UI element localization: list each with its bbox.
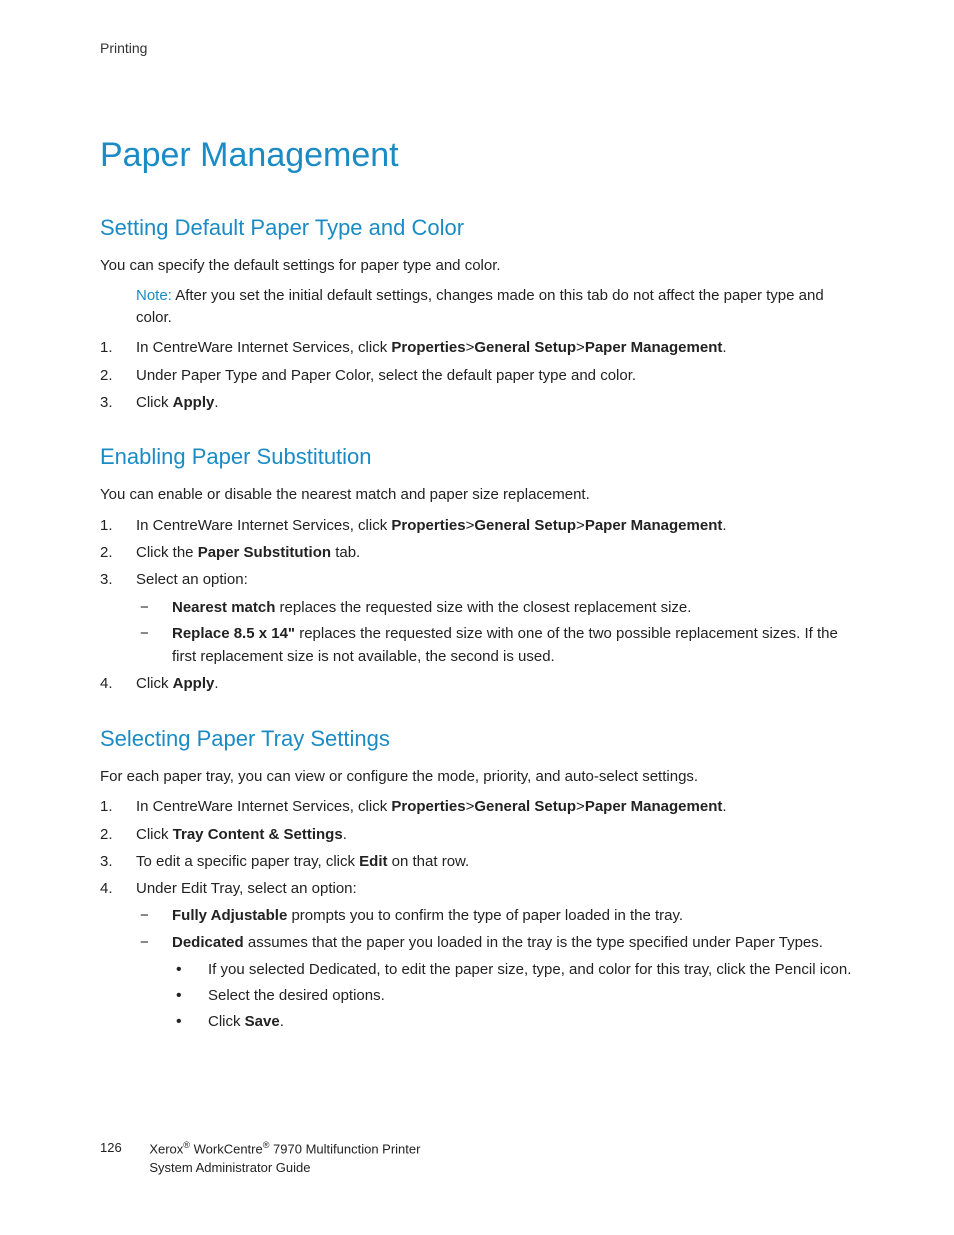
list-item: To edit a specific paper tray, click Edi…: [100, 850, 854, 873]
note-block: Note: After you set the initial default …: [136, 285, 854, 329]
list-item: Click the Paper Substitution tab.: [100, 541, 854, 564]
list-item: In CentreWare Internet Services, click P…: [100, 336, 854, 359]
section-1-steps: In CentreWare Internet Services, click P…: [100, 336, 854, 414]
section-3-intro: For each paper tray, you can view or con…: [100, 766, 854, 788]
list-item: Click Apply.: [100, 391, 854, 414]
section-3-sublist: Fully Adjustable prompts you to confirm …: [136, 904, 854, 1033]
note-label: Note:: [136, 287, 172, 304]
list-item: Click Apply.: [100, 672, 854, 695]
list-item: Under Paper Type and Paper Color, select…: [100, 364, 854, 387]
list-item: If you selected Dedicated, to edit the p…: [172, 958, 854, 981]
section-heading-2: Enabling Paper Substitution: [100, 444, 854, 470]
list-item: Click Tray Content & Settings.: [100, 823, 854, 846]
list-item: In CentreWare Internet Services, click P…: [100, 514, 854, 537]
list-item: Click Save.: [172, 1010, 854, 1033]
list-item: Select the desired options.: [172, 984, 854, 1007]
footer-lines: Xerox® WorkCentre® 7970 Multifunction Pr…: [149, 1139, 420, 1177]
section-1-intro: You can specify the default settings for…: [100, 255, 854, 277]
list-item: Dedicated assumes that the paper you loa…: [136, 931, 854, 1034]
list-item: Replace 8.5 x 14" replaces the requested…: [136, 622, 854, 669]
section-2-sublist: Nearest match replaces the requested siz…: [136, 596, 854, 669]
page-footer: 126 Xerox® WorkCentre® 7970 Multifunctio…: [100, 1139, 420, 1177]
list-item: In CentreWare Internet Services, click P…: [100, 795, 854, 818]
page-number: 126: [100, 1139, 122, 1157]
section-3-bullets: If you selected Dedicated, to edit the p…: [172, 958, 854, 1034]
section-2-intro: You can enable or disable the nearest ma…: [100, 484, 854, 506]
list-item: Nearest match replaces the requested siz…: [136, 596, 854, 619]
list-item: Under Edit Tray, select an option: Fully…: [100, 877, 854, 1034]
page-title: Paper Management: [100, 136, 854, 175]
list-item: Select an option: Nearest match replaces…: [100, 568, 854, 668]
note-text: After you set the initial default settin…: [136, 287, 824, 326]
section-2-steps: In CentreWare Internet Services, click P…: [100, 514, 854, 696]
list-item: Fully Adjustable prompts you to confirm …: [136, 904, 854, 927]
section-3-steps: In CentreWare Internet Services, click P…: [100, 795, 854, 1033]
section-heading-3: Selecting Paper Tray Settings: [100, 726, 854, 752]
section-heading-1: Setting Default Paper Type and Color: [100, 215, 854, 241]
header-section-label: Printing: [100, 40, 854, 56]
